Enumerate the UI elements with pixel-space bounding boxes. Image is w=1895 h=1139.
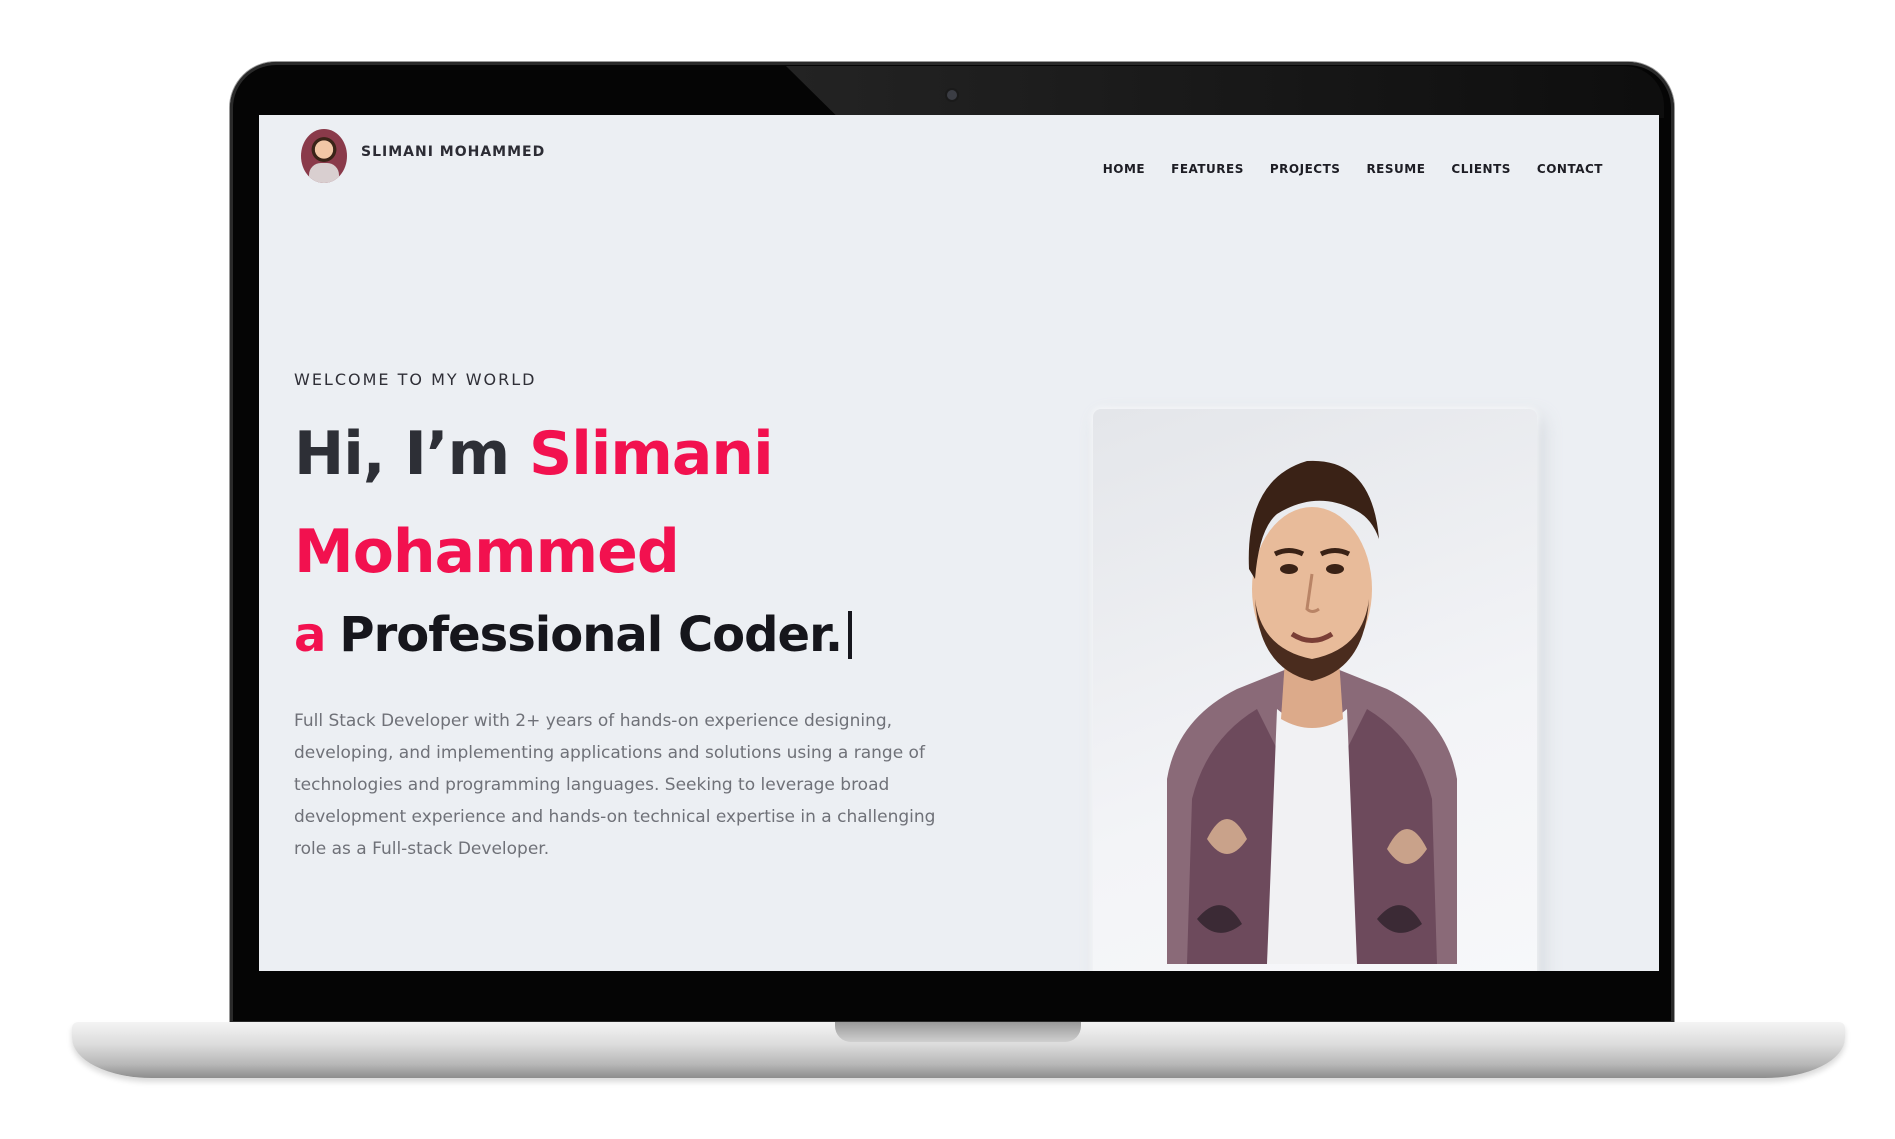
nav-projects[interactable]: PROJECTS (1270, 162, 1341, 176)
lid-glare (786, 66, 1664, 118)
profile-photo-card (1093, 409, 1537, 971)
base-notch (835, 1022, 1081, 1042)
hero-headline: Hi, I’m Slimani Mohammed (294, 405, 984, 601)
laptop-base (72, 1022, 1845, 1078)
brand[interactable]: SLIMANI MOHAMMED (301, 129, 545, 183)
nav-clients[interactable]: CLIENTS (1451, 162, 1511, 176)
greeting: Hi, I’m (294, 419, 529, 489)
main-nav: HOME FEATURES PROJECTS RESUME CLIENTS CO… (1103, 162, 1603, 176)
laptop-screen: SLIMANI MOHAMMED HOME FEATURES PROJECTS … (259, 115, 1659, 971)
last-name: Mohammed (294, 517, 680, 587)
nav-features[interactable]: FEATURES (1171, 162, 1244, 176)
nav-resume[interactable]: RESUME (1366, 162, 1425, 176)
brand-name: SLIMANI MOHAMMED (361, 144, 546, 160)
typing-cursor (848, 611, 853, 659)
avatar (301, 129, 347, 183)
nav-home[interactable]: HOME (1103, 162, 1145, 176)
role-text: Professional Coder. (339, 607, 843, 663)
laptop-lid: SLIMANI MOHAMMED HOME FEATURES PROJECTS … (230, 62, 1674, 1024)
welcome-text: WELCOME TO MY WORLD (294, 370, 537, 389)
role-prefix: a (294, 607, 326, 663)
site-header: SLIMANI MOHAMMED HOME FEATURES PROJECTS … (259, 115, 1659, 225)
nav-contact[interactable]: CONTACT (1537, 162, 1603, 176)
bio-paragraph: Full Stack Developer with 2+ years of ha… (294, 711, 936, 859)
profile-photo (1167, 460, 1457, 964)
first-name: Slimani (529, 419, 774, 489)
role-line: a Professional Coder. (294, 607, 984, 663)
hero-text: WELCOME TO MY WORLD Hi, I’m Slimani Moham… (294, 370, 984, 882)
webcam-icon (947, 90, 957, 100)
